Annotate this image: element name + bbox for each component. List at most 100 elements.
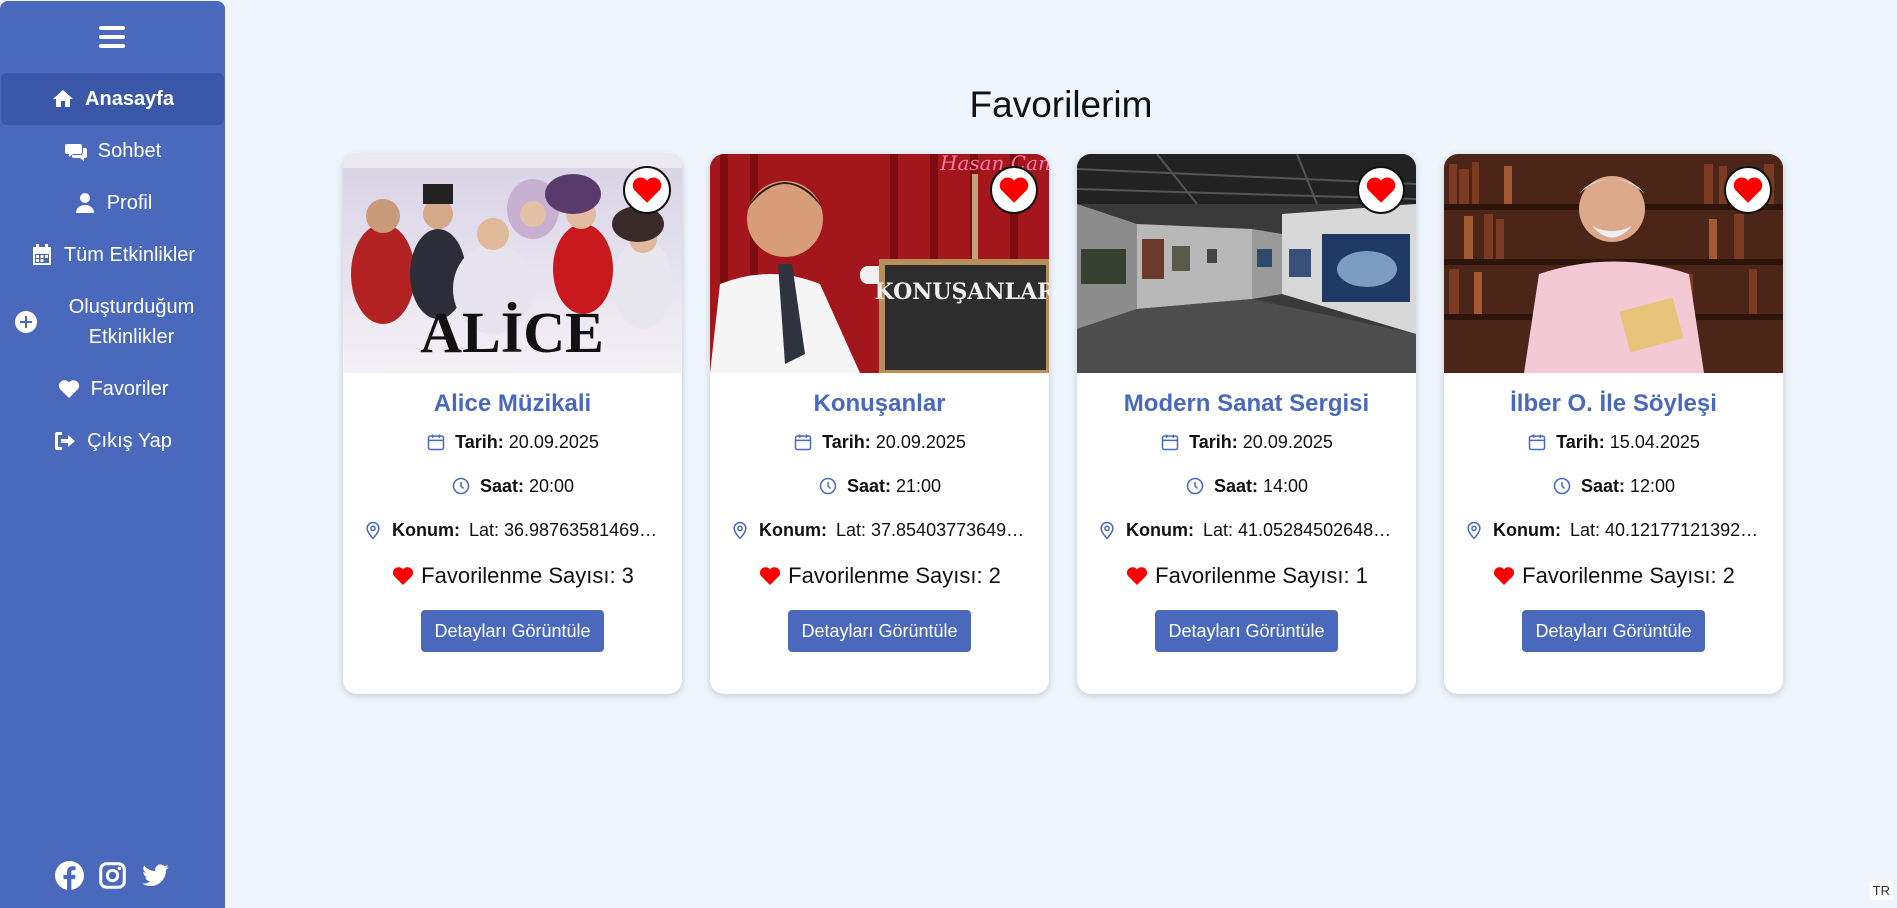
sidebar-item-label: Anasayfa — [85, 87, 174, 110]
sidebar-item-sohbet[interactable]: Sohbet — [0, 125, 225, 177]
view-details-button[interactable]: Detayları Görüntüle — [1522, 610, 1705, 652]
sidebar-item-anasayfa[interactable]: Anasayfa — [1, 73, 224, 125]
event-image-ilber-ortayli — [1444, 154, 1783, 373]
heart-icon — [1733, 177, 1763, 203]
favorite-count-label: Favorilenme Sayısı: — [1522, 563, 1717, 588]
favorite-count-value: 3 — [621, 563, 634, 588]
sidebar-item-label: Profil — [106, 191, 153, 214]
favorite-count: Favorilenme Sayısı: 2 — [1444, 552, 1783, 600]
sidebar-item-tum-etkinlikler[interactable]: Tüm Etkinlikler — [0, 229, 225, 281]
unfavorite-button[interactable] — [1724, 166, 1772, 214]
unfavorite-button[interactable] — [990, 166, 1038, 214]
date-value: 20.09.2025 — [875, 431, 966, 452]
sidebar-item-favoriler[interactable]: Favoriler — [0, 363, 225, 415]
heart-icon — [1494, 567, 1515, 585]
user-icon — [75, 193, 94, 213]
event-time: Saat: 12:00 — [1444, 464, 1783, 508]
event-time: Saat: 14:00 — [1077, 464, 1416, 508]
event-location: Konum: Lat: 37.854037736495… — [710, 508, 1049, 552]
event-time: Saat: 21:00 — [710, 464, 1049, 508]
location-value: Lat: 40.121771213926… — [1569, 519, 1766, 540]
date-label: Tarih: — [455, 431, 504, 452]
event-title: Alice Müzikali — [433, 390, 592, 417]
heart-icon — [58, 380, 79, 398]
clock-icon — [819, 477, 837, 495]
menu-toggle-icon[interactable] — [99, 26, 125, 48]
event-card: ALİCE Alice Müzikali Tarih: 20.09.2025 S… — [343, 154, 682, 694]
date-value: 20.09.2025 — [1242, 431, 1333, 452]
event-date: Tarih: 20.09.2025 — [343, 420, 682, 464]
event-image-modern-sanat — [1077, 154, 1416, 373]
view-details-button[interactable]: Detayları Görüntüle — [788, 610, 971, 652]
language-badge: TR — [1869, 881, 1893, 900]
heart-icon — [1127, 567, 1148, 585]
clock-icon — [452, 477, 470, 495]
sidebar-item-label: Tüm Etkinlikler — [63, 243, 196, 266]
sidebar-item-label: Çıkış Yap — [87, 429, 172, 452]
favorite-count: Favorilenme Sayısı: 1 — [1077, 552, 1416, 600]
event-card: Hasan Can Kaya KONUŞANLAR Konuşanlar Tar… — [710, 154, 1049, 694]
sidebar-nav: Anasayfa Sohbet Profil Tüm Etkinlikler O… — [0, 73, 225, 467]
event-card: Modern Sanat Sergisi Tarih: 20.09.2025 S… — [1077, 154, 1416, 694]
sidebar-item-label: Oluşturduğum Etkinlikler — [68, 296, 195, 348]
sidebar-item-profil[interactable]: Profil — [0, 177, 225, 229]
chalkboard-text: KONUŞANLAR — [875, 279, 1049, 305]
sidebar-item-label: Sohbet — [97, 139, 162, 162]
calendar-icon — [794, 434, 812, 451]
instagram-icon[interactable] — [98, 861, 127, 890]
favorites-grid: ALİCE Alice Müzikali Tarih: 20.09.2025 S… — [343, 154, 1783, 694]
heart-icon — [1366, 177, 1396, 203]
map-pin-icon — [366, 521, 380, 540]
time-value: 21:00 — [895, 475, 942, 496]
page-title: Favorilerim — [969, 84, 1153, 125]
twitter-icon[interactable] — [141, 861, 170, 890]
view-details-button[interactable]: Detayları Görüntüle — [421, 610, 604, 652]
sign-out-icon — [55, 432, 76, 450]
favorite-count-label: Favorilenme Sayısı: — [788, 563, 983, 588]
map-pin-icon — [733, 521, 747, 540]
date-value: 15.04.2025 — [1609, 431, 1700, 452]
favorite-count-value: 2 — [1722, 563, 1735, 588]
location-label: Konum: — [1493, 519, 1561, 540]
heart-icon — [393, 567, 414, 585]
time-label: Saat: — [846, 475, 891, 496]
favorite-count-value: 2 — [988, 563, 1001, 588]
date-label: Tarih: — [822, 431, 871, 452]
plus-circle-icon — [15, 311, 37, 333]
sidebar-item-cikis-yap[interactable]: Çıkış Yap — [0, 415, 225, 467]
map-pin-icon — [1467, 521, 1481, 540]
time-label: Saat: — [479, 475, 524, 496]
unfavorite-button[interactable] — [1357, 166, 1405, 214]
clock-icon — [1553, 477, 1571, 495]
time-label: Saat: — [1580, 475, 1625, 496]
sidebar-item-label: Favoriler — [90, 377, 169, 400]
sidebar-item-olusturdugum-etkinlikler[interactable]: Oluşturduğum Etkinlikler — [0, 281, 225, 363]
event-date: Tarih: 20.09.2025 — [710, 420, 1049, 464]
calendar-icon — [32, 244, 51, 265]
heart-icon — [999, 177, 1029, 203]
unfavorite-button[interactable] — [623, 166, 671, 214]
favorite-count-label: Favorilenme Sayısı: — [421, 563, 616, 588]
event-title: İlber O. İle Söyleşi — [1510, 390, 1717, 417]
favorite-count-label: Favorilenme Sayısı: — [1155, 563, 1350, 588]
event-title: Modern Sanat Sergisi — [1123, 390, 1370, 417]
event-image-konusanlar: Hasan Can Kaya KONUŞANLAR — [710, 154, 1049, 373]
time-value: 14:00 — [1262, 475, 1309, 496]
favorite-count: Favorilenme Sayısı: 2 — [710, 552, 1049, 600]
time-label: Saat: — [1213, 475, 1258, 496]
event-date: Tarih: 15.04.2025 — [1444, 420, 1783, 464]
location-value: Lat: 41.052845026482… — [1202, 519, 1399, 540]
map-pin-icon — [1100, 521, 1114, 540]
calendar-icon — [1528, 434, 1546, 451]
heart-icon — [760, 567, 781, 585]
heart-icon — [632, 177, 662, 203]
view-details-button[interactable]: Detayları Görüntüle — [1155, 610, 1338, 652]
event-time: Saat: 20:00 — [343, 464, 682, 508]
event-location: Konum: Lat: 40.121771213926… — [1444, 508, 1783, 552]
facebook-icon[interactable] — [55, 861, 84, 890]
neon-sign-text: Hasan Can Kaya — [939, 154, 1049, 175]
location-value: Lat: 36.987635814697… — [468, 519, 665, 540]
favorite-count: Favorilenme Sayısı: 3 — [343, 552, 682, 600]
comments-icon — [64, 144, 87, 161]
date-value: 20.09.2025 — [508, 431, 599, 452]
